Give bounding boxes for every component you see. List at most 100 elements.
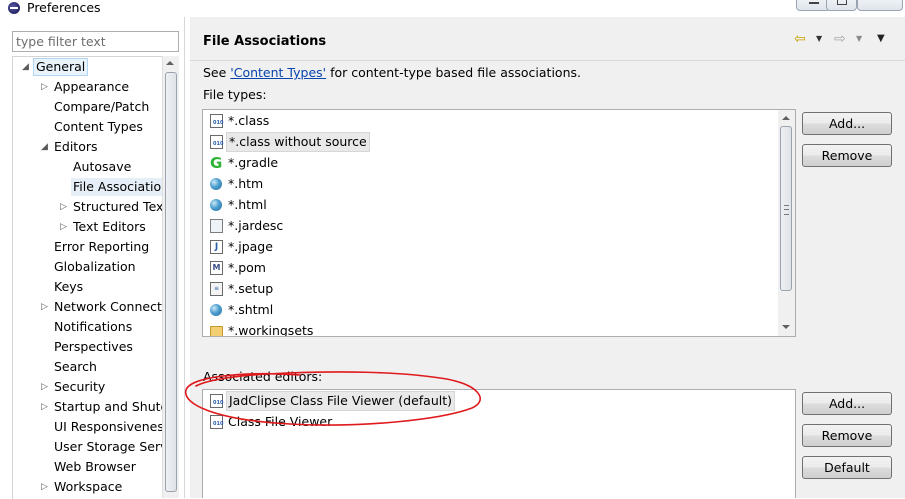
tree-item-label: Perspectives [54,339,133,354]
expand-arrow-icon[interactable]: ▷ [40,298,49,316]
globe-icon [210,304,222,316]
tree-item[interactable]: Notifications [13,318,163,336]
file-type-row-label: *.pom [228,260,266,275]
window-title: Preferences [27,0,101,15]
tree-item[interactable]: Web Browser [13,458,163,476]
tree-scrollbar[interactable] [162,56,179,498]
tree-item-label: Keys [54,279,84,294]
maximize-button[interactable] [826,0,857,11]
tree-item-label: Workspace [54,479,123,494]
file-type-row-label: *.workingsets [228,323,314,337]
expand-arrow-icon[interactable]: ▷ [40,378,49,396]
content-types-link[interactable]: 'Content Types' [230,65,326,80]
expand-arrow-icon[interactable]: ▷ [59,198,68,216]
tree-item-label: Startup and Shutdown [54,399,163,414]
preference-page: File Associations ⇦ ▼ ⇨ ▼ ▼ See 'Content… [190,17,905,498]
filter-input[interactable] [12,31,179,52]
preference-tree-pane: ◢General▷AppearanceCompare/PatchContent … [0,17,184,499]
tree-item[interactable]: Search [13,358,163,376]
setup-file-icon: ≡ [210,282,223,296]
hint-suffix: for content-type based file associations… [326,65,581,80]
maven-pom-icon: M [210,261,223,275]
scroll-thumb[interactable] [165,72,177,492]
tree-item-label: Content Types [54,119,143,134]
tree-item-label: User Storage Service [54,439,163,454]
back-dropdown-icon[interactable]: ▼ [816,32,822,46]
tree-item[interactable]: User Storage Service [13,438,163,456]
class-file-icon [210,415,223,429]
default-editor-button[interactable]: Default [802,456,892,479]
java-page-icon: J [210,240,223,254]
file-types-list[interactable]: *.class *.class without sourceG *.gradle *.… [202,109,796,337]
view-menu-icon[interactable]: ▼ [877,32,885,46]
tree-item[interactable]: ▷ Text Editors [13,218,163,236]
tree-item[interactable]: Content Types [13,118,163,136]
scroll-up-icon[interactable] [782,116,790,120]
tree-item-label: Compare/Patch [54,99,150,114]
forward-arrow-icon[interactable]: ⇨ [834,32,852,46]
expand-arrow-icon[interactable]: ▷ [59,218,68,236]
collapse-arrow-icon[interactable]: ◢ [40,138,49,156]
tree-item[interactable]: ▷ Workspace [13,478,163,496]
expand-arrow-icon[interactable]: ▷ [40,478,49,496]
tree-item-label: Globalization [54,259,136,274]
tree-item-label: Notifications [54,319,133,334]
add-file-type-button[interactable]: Add... [802,112,892,135]
class-file-icon [210,114,223,128]
tree-item[interactable]: ◢ Editors [13,138,163,156]
file-type-row-label: *.shtml [228,302,274,317]
scroll-thumb[interactable] [780,126,792,291]
expand-arrow-icon[interactable]: ▷ [40,398,49,416]
folder-icon [210,326,223,336]
class-file-icon [210,135,223,149]
remove-editor-button[interactable]: Remove [802,424,892,447]
tree-item[interactable]: File Associations [13,178,163,196]
forward-dropdown-icon[interactable]: ▼ [856,32,862,46]
tree-item-label: Search [54,359,97,374]
tree-item[interactable]: ▷ Structured Text Editors [13,198,163,216]
associated-editors-label: Associated editors: [203,369,323,384]
hint-prefix: See [203,65,231,80]
file-type-row-label: *.html [228,197,267,212]
editor-row-label: Class File Viewer [228,414,333,429]
close-button[interactable] [857,0,903,11]
jar-description-icon [210,219,223,233]
scroll-up-icon[interactable] [166,61,174,65]
back-arrow-icon[interactable]: ⇦ [794,32,812,46]
tree-item[interactable]: Autosave [13,158,163,176]
tree-item-label: Editors [54,139,98,154]
file-type-row-label: *.class without source [226,132,370,152]
tree-item-label: Web Browser [54,459,136,474]
expand-arrow-icon[interactable]: ▷ [40,78,49,96]
tree-item[interactable]: Error Reporting [13,238,163,256]
tree-item[interactable]: ◢ General [13,58,163,76]
globe-icon [210,178,222,190]
tree-item-label: General [33,58,89,76]
tree-item[interactable]: Keys [13,278,163,296]
tree-item-label: File Associations [71,178,163,196]
page-title: File Associations [203,34,327,49]
tree-item[interactable]: ▷ Security [13,378,163,396]
tree-item[interactable]: Globalization [13,258,163,276]
tree-item-label: Security [54,379,106,394]
tree-item[interactable]: Compare/Patch [13,98,163,116]
add-editor-button[interactable]: Add... [802,392,892,415]
header-divider [190,60,905,61]
tree-item-label: Text Editors [73,219,146,234]
tree-item-label: Appearance [54,79,130,94]
tree-item[interactable]: ▷ Startup and Shutdown [13,398,163,416]
tree-item[interactable]: ▷ Network Connections [13,298,163,316]
collapse-arrow-icon[interactable]: ◢ [21,58,30,76]
tree-item[interactable]: UI Responsiveness Monitoring [13,418,163,436]
associated-editors-list[interactable]: JadClipse Class File Viewer (default) Cla… [202,389,796,498]
preference-tree: ◢ General ▷ Appearance Compare/Patch Content … [12,56,163,499]
remove-file-type-button[interactable]: Remove [802,144,892,167]
tree-item[interactable]: Perspectives [13,338,163,356]
file-type-row-label: *.setup [228,281,274,296]
tree-item[interactable]: ▷ Appearance [13,78,163,96]
class-file-icon [210,394,223,408]
file-types-scrollbar[interactable] [778,110,795,336]
content-types-hint: See 'Content Types' for content-type bas… [203,65,581,80]
scroll-down-icon[interactable] [782,325,790,329]
gradle-icon: G [210,154,223,172]
